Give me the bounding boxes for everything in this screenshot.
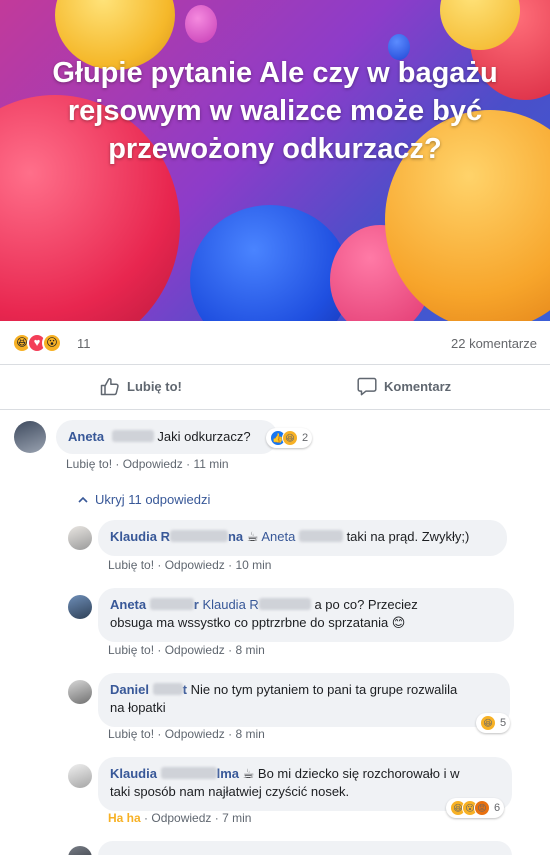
comment-count[interactable]: 22 komentarze — [451, 336, 537, 351]
comment-reactions[interactable]: 👍 😆 2 — [266, 428, 313, 448]
redacted-name — [111, 430, 154, 442]
comment-bubble: Aneta Jaki odkurzacz? — [56, 420, 278, 454]
redacted-name — [149, 598, 194, 610]
reply-bubble-partial — [98, 841, 512, 855]
avatar[interactable] — [68, 595, 92, 619]
coffee-icon: ☕ — [242, 766, 255, 781]
reply-bubble: Aneta r Klaudia R a po co? Przeciez obsu… — [98, 588, 514, 642]
reply-text-line2: obsuga ma wssystko co pptrzrbne do sprza… — [110, 615, 406, 630]
wow-icon: 😮 — [42, 333, 62, 353]
hide-replies-label: Ukryj 11 odpowiedzi — [95, 492, 211, 507]
comment-button[interactable]: Komentarz — [357, 377, 451, 396]
reply-like-link[interactable]: Lubię to! — [108, 558, 154, 572]
redacted-name — [152, 683, 183, 695]
angry-icon: 😡 — [474, 800, 490, 816]
reply-author[interactable]: Klaudia — [110, 766, 157, 781]
haha-icon: 😆 — [480, 715, 496, 731]
like-button[interactable]: Lubię to! — [100, 377, 182, 396]
reply-meta: Lubię to! · Odpowiedz · 8 min — [108, 643, 265, 657]
reply-text-line1: a po co? Przeciez — [314, 597, 418, 612]
thumbs-up-icon — [100, 378, 119, 396]
redacted-name — [298, 530, 343, 542]
reply-author[interactable]: Aneta — [110, 597, 146, 612]
reply-reactions[interactable]: 😆 😮 😡 6 — [446, 798, 505, 818]
reply-bubble: Daniel t Nie no tym pytaniem to pani ta … — [98, 673, 510, 727]
reply-time[interactable]: 8 min — [235, 643, 264, 657]
balloon-blue — [190, 205, 350, 321]
reply-author-end[interactable]: lma — [217, 766, 239, 781]
avatar[interactable] — [68, 764, 92, 788]
comment-text: Jaki odkurzacz? — [157, 429, 251, 444]
reply-time[interactable]: 8 min — [235, 727, 264, 741]
reply-time[interactable]: 10 min — [235, 558, 271, 572]
reply-haha-link[interactable]: Ha ha — [108, 811, 141, 825]
post-background: Głupie pytanie Ale czy w bagażu rejsowym… — [0, 0, 550, 321]
comment-time[interactable]: 11 min — [193, 457, 228, 471]
comment-meta: Lubię to! · Odpowiedz · 11 min — [66, 457, 229, 471]
reply-reply-link[interactable]: Odpowiedz — [165, 558, 225, 572]
comment-reply-link[interactable]: Odpowiedz — [123, 457, 183, 471]
avatar[interactable] — [68, 526, 92, 550]
reply-time[interactable]: 7 min — [222, 811, 251, 825]
post-text: Głupie pytanie Ale czy w bagażu rejsowym… — [52, 57, 498, 165]
avatar[interactable] — [68, 680, 92, 704]
reaction-icons[interactable]: 😆 ♥ 😮 — [12, 333, 62, 353]
reply-text-line2: taki sposób nam najłatwiej czyścić nosek… — [110, 784, 350, 799]
reply-author-end[interactable]: t — [183, 682, 187, 697]
comment-author[interactable]: Aneta — [68, 429, 104, 444]
chevron-up-icon — [78, 496, 88, 503]
reply-meta: Ha ha · Odpowiedz · 7 min — [108, 811, 252, 825]
reply-meta: Lubię to! · Odpowiedz · 8 min — [108, 727, 265, 741]
balloon-purple-top — [185, 5, 217, 43]
reaction-count[interactable]: 11 — [77, 336, 91, 351]
reply-like-link[interactable]: Lubię to! — [108, 727, 154, 741]
reply-reply-link[interactable]: Odpowiedz — [151, 811, 211, 825]
redacted-name — [160, 767, 217, 779]
reply-text-line2: na łopatki — [110, 700, 166, 715]
reactions-summary[interactable]: 😆 ♥ 😮 11 22 komentarze — [0, 321, 550, 365]
reply-reply-link[interactable]: Odpowiedz — [165, 727, 225, 741]
reply-reactions[interactable]: 😆 5 — [476, 713, 511, 733]
comment-button-label: Komentarz — [384, 379, 452, 394]
redacted-name — [258, 598, 311, 610]
reply-text-line1: Bo mi dziecko się rozchorowało i w — [257, 766, 460, 781]
reply-mention[interactable]: Klaudia R — [202, 597, 258, 612]
reply-author-end[interactable]: na — [228, 529, 243, 544]
redacted-name — [169, 530, 228, 542]
avatar[interactable] — [68, 846, 92, 855]
reply-author[interactable]: Klaudia R — [110, 529, 170, 544]
post-action-bar: Lubię to! Komentarz — [0, 365, 550, 410]
reply-author-end[interactable]: r — [194, 597, 199, 612]
avatar[interactable] — [14, 421, 46, 453]
reply-like-link[interactable]: Lubię to! — [108, 643, 154, 657]
reply-text-line1: Nie no tym pytaniem to pani ta grupe roz… — [190, 682, 458, 697]
reply-mention[interactable]: Aneta — [261, 529, 295, 544]
comment-icon — [357, 377, 377, 396]
reply-reaction-count: 6 — [494, 802, 501, 814]
comment-like-link[interactable]: Lubię to! — [66, 457, 112, 471]
reply-text: taki na prąd. Zwykły;) — [346, 529, 470, 544]
haha-icon: 😆 — [282, 430, 298, 446]
reply-meta: Lubię to! · Odpowiedz · 10 min — [108, 558, 272, 572]
reply-reply-link[interactable]: Odpowiedz — [165, 643, 225, 657]
reply-bubble: Klaudia R na ☕ Aneta taki na prąd. Zwykły… — [98, 520, 507, 556]
comment-reaction-count: 2 — [302, 432, 309, 444]
hide-replies-toggle[interactable]: Ukryj 11 odpowiedzi — [78, 492, 210, 507]
coffee-icon: ☕ — [246, 529, 259, 544]
like-button-label: Lubię to! — [127, 379, 182, 394]
reply-reaction-count: 5 — [500, 717, 507, 729]
reply-author[interactable]: Daniel — [110, 682, 149, 697]
